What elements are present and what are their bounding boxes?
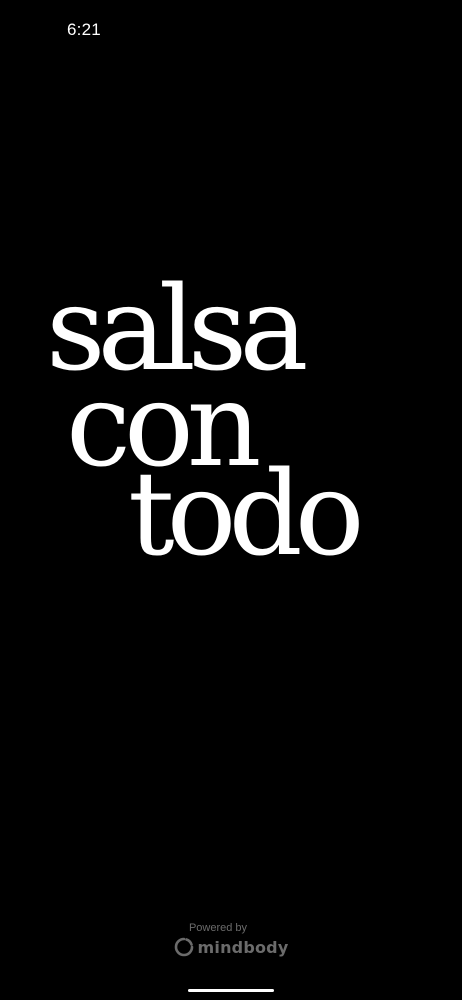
home-indicator[interactable] [188,989,274,992]
mindbody-brand: mindbody [174,937,289,957]
logo-line-todo: todo [128,447,365,582]
studio-logo: salsa con todo [0,0,462,1000]
powered-by-footer: Powered by mindbody [0,920,462,962]
mindbody-logo-icon [174,937,194,957]
powered-by-label: Powered by [188,922,248,934]
mindbody-wordmark: mindbody [197,937,289,957]
